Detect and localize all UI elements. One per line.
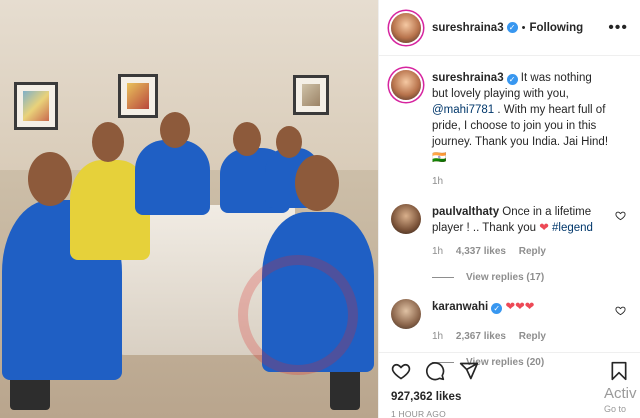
- save-bookmark-icon[interactable]: [609, 361, 629, 381]
- caption-meta: 1h: [432, 174, 610, 190]
- photo-person-head: [92, 122, 124, 162]
- red-heart-emoji: ❤: [539, 222, 549, 234]
- caption-time[interactable]: 1h: [432, 176, 443, 187]
- hashtag-link[interactable]: #legend: [549, 222, 593, 234]
- post-actions: 927,362 likes 1 HOUR AGO: [379, 352, 640, 418]
- comment-likes[interactable]: 2,367 likes: [456, 331, 506, 342]
- photo-frame-right: [293, 75, 329, 115]
- separator-dot: •: [521, 21, 526, 34]
- mention-link[interactable]: @mahi7781: [432, 104, 494, 116]
- comment-username[interactable]: karanwahi: [432, 301, 488, 313]
- photo-person-head: [160, 112, 190, 148]
- following-button[interactable]: Following: [529, 22, 583, 34]
- caption-author-avatar[interactable]: [391, 70, 421, 100]
- post-timestamp[interactable]: 1 HOUR AGO: [391, 409, 629, 418]
- commenter-avatar[interactable]: [391, 204, 421, 234]
- comment-time[interactable]: 1h: [432, 331, 443, 342]
- verified-badge-icon: ✓: [506, 74, 518, 85]
- photo-watermark: [238, 255, 358, 375]
- photo-person-head: [295, 155, 339, 211]
- post-photo[interactable]: [0, 0, 378, 418]
- post-header: sureshraina3 ✓ • Following •••: [379, 0, 640, 56]
- author-username[interactable]: sureshraina3: [432, 22, 504, 34]
- commenter-avatar[interactable]: [391, 299, 421, 329]
- caption-username[interactable]: sureshraina3: [432, 72, 504, 84]
- comment-body: paulvalthaty Once in a lifetime player !…: [432, 204, 628, 260]
- comment-like-heart-icon[interactable]: [615, 305, 626, 316]
- comment-bubble-icon[interactable]: [425, 361, 445, 381]
- comment-time[interactable]: 1h: [432, 246, 443, 257]
- photo-person-head: [276, 126, 302, 158]
- photo-frame-left: [14, 82, 58, 130]
- reply-button[interactable]: Reply: [519, 246, 546, 257]
- caption: sureshraina3 ✓ It was nothing but lovely …: [391, 70, 628, 190]
- comment-likes[interactable]: 4,337 likes: [456, 246, 506, 257]
- comment-item: karanwahi ✓ ❤❤❤ 1h 2,367 likes Reply: [391, 299, 628, 345]
- comment-meta: 1h 4,337 likes Reply: [432, 244, 610, 260]
- activate-windows-subtext: Go to: [604, 404, 627, 414]
- verified-badge-icon: ✓: [506, 22, 518, 33]
- comment-item: paulvalthaty Once in a lifetime player !…: [391, 204, 628, 260]
- like-heart-icon[interactable]: [391, 361, 411, 381]
- caption-body: sureshraina3 ✓ It was nothing but lovely …: [432, 70, 628, 190]
- view-replies-divider: [432, 277, 454, 278]
- comments-list: sureshraina3 ✓ It was nothing but lovely …: [379, 56, 640, 368]
- comment-username[interactable]: paulvalthaty: [432, 206, 499, 218]
- red-hearts-emoji: ❤❤❤: [505, 301, 535, 313]
- more-options-icon[interactable]: •••: [608, 19, 628, 37]
- author-avatar[interactable]: [391, 12, 421, 43]
- reply-button[interactable]: Reply: [519, 331, 546, 342]
- photo-person-head: [28, 152, 72, 206]
- activate-windows-watermark: Activ: [604, 385, 637, 402]
- comment-like-heart-icon[interactable]: [615, 210, 626, 221]
- likes-count[interactable]: 927,362 likes: [391, 391, 629, 403]
- comment-meta: 1h 2,367 likes Reply: [432, 329, 610, 345]
- view-replies-button[interactable]: View replies (17): [432, 272, 628, 283]
- post-sidebar: sureshraina3 ✓ • Following ••• sureshrai…: [378, 0, 640, 418]
- view-replies-label: View replies (17): [466, 272, 545, 283]
- photo-person: [135, 140, 210, 215]
- photo-frame-middle: [118, 74, 158, 118]
- action-icons: [391, 359, 629, 383]
- verified-badge-icon: ✓: [491, 303, 503, 314]
- comment-body: karanwahi ✓ ❤❤❤ 1h 2,367 likes Reply: [432, 299, 628, 345]
- share-paper-plane-icon[interactable]: [459, 361, 479, 381]
- photo-person-head: [233, 122, 261, 156]
